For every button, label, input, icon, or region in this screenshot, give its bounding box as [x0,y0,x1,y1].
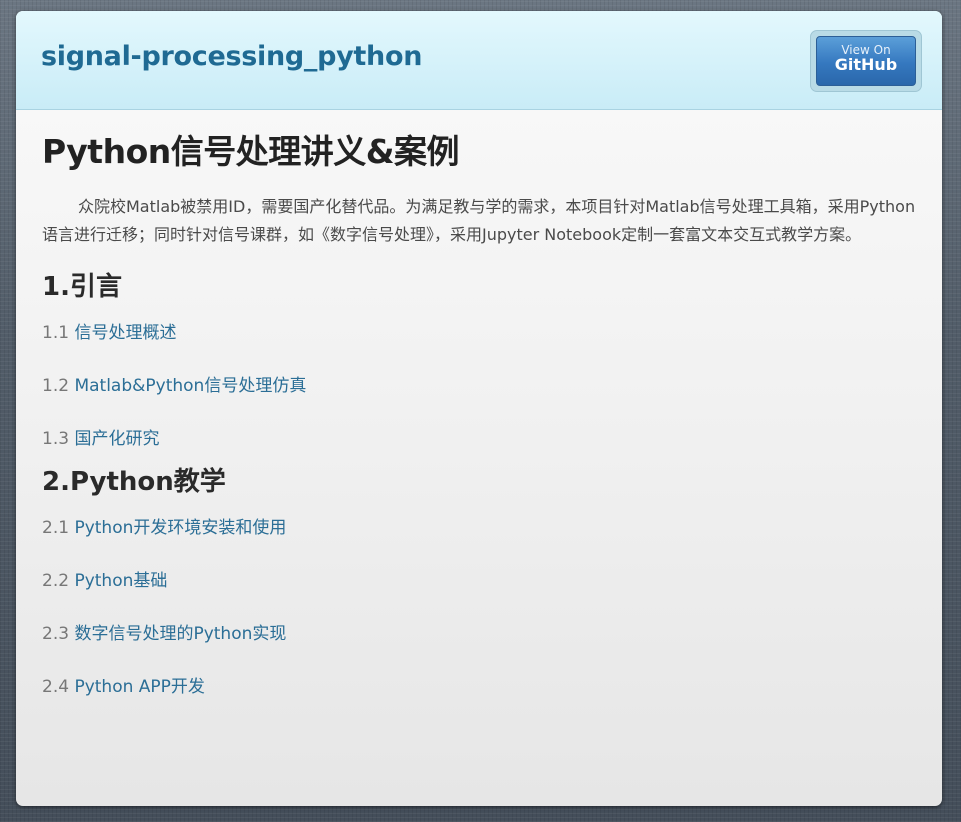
toc-item-number: 1.2 [42,376,70,396]
site-header: signal-processing_python View On GitHub [16,11,942,110]
toc-item: 2.3 数字信号处理的Python实现 [42,623,916,645]
page-title: Python信号处理讲义&案例 [42,132,460,171]
toc-link-signal-processing-overview[interactable]: 信号处理概述 [74,323,176,343]
view-on-github-button[interactable]: View On GitHub [810,30,922,92]
github-button-face[interactable]: View On GitHub [816,36,916,86]
toc-link-python-app-development[interactable]: Python APP开发 [74,677,204,697]
main-content: Python信号处理讲义&案例 众院校Matlab被禁用ID，需要国产化替代品。… [16,110,942,698]
section-heading-intro: 1.引言 [42,272,122,302]
github-button-big-label: GitHub [834,55,898,74]
toc-item-number: 2.3 [42,624,70,644]
section-heading-python-teaching: 2.Python教学 [42,467,226,497]
toc-item-number: 1.1 [42,323,70,343]
toc-item-number: 2.2 [42,571,70,591]
github-button-small-label: View On [841,43,891,57]
toc-item-number: 2.1 [42,518,70,538]
toc-link-dsp-python-implementation[interactable]: 数字信号处理的Python实现 [74,624,286,644]
toc-item: 1.1 信号处理概述 [42,322,916,344]
toc-link-localization-research[interactable]: 国产化研究 [74,429,159,449]
toc-item: 2.2 Python基础 [42,570,916,592]
toc-item: 1.2 Matlab&Python信号处理仿真 [42,375,916,397]
toc-link-matlab-python-simulation[interactable]: Matlab&Python信号处理仿真 [74,376,306,396]
intro-paragraph: 众院校Matlab被禁用ID，需要国产化替代品。为满足教与学的需求，本项目针对M… [42,197,916,244]
toc-link-python-environment[interactable]: Python开发环境安装和使用 [74,518,286,538]
toc-link-python-basics[interactable]: Python基础 [74,571,167,591]
toc-item-number: 2.4 [42,677,70,697]
page-card: signal-processing_python View On GitHub … [16,11,942,806]
toc-item-number: 1.3 [42,429,70,449]
toc-item: 2.1 Python开发环境安装和使用 [42,517,916,539]
toc-item: 2.4 Python APP开发 [42,676,916,698]
site-title[interactable]: signal-processing_python [41,41,422,72]
toc-item: 1.3 国产化研究 [42,428,916,450]
